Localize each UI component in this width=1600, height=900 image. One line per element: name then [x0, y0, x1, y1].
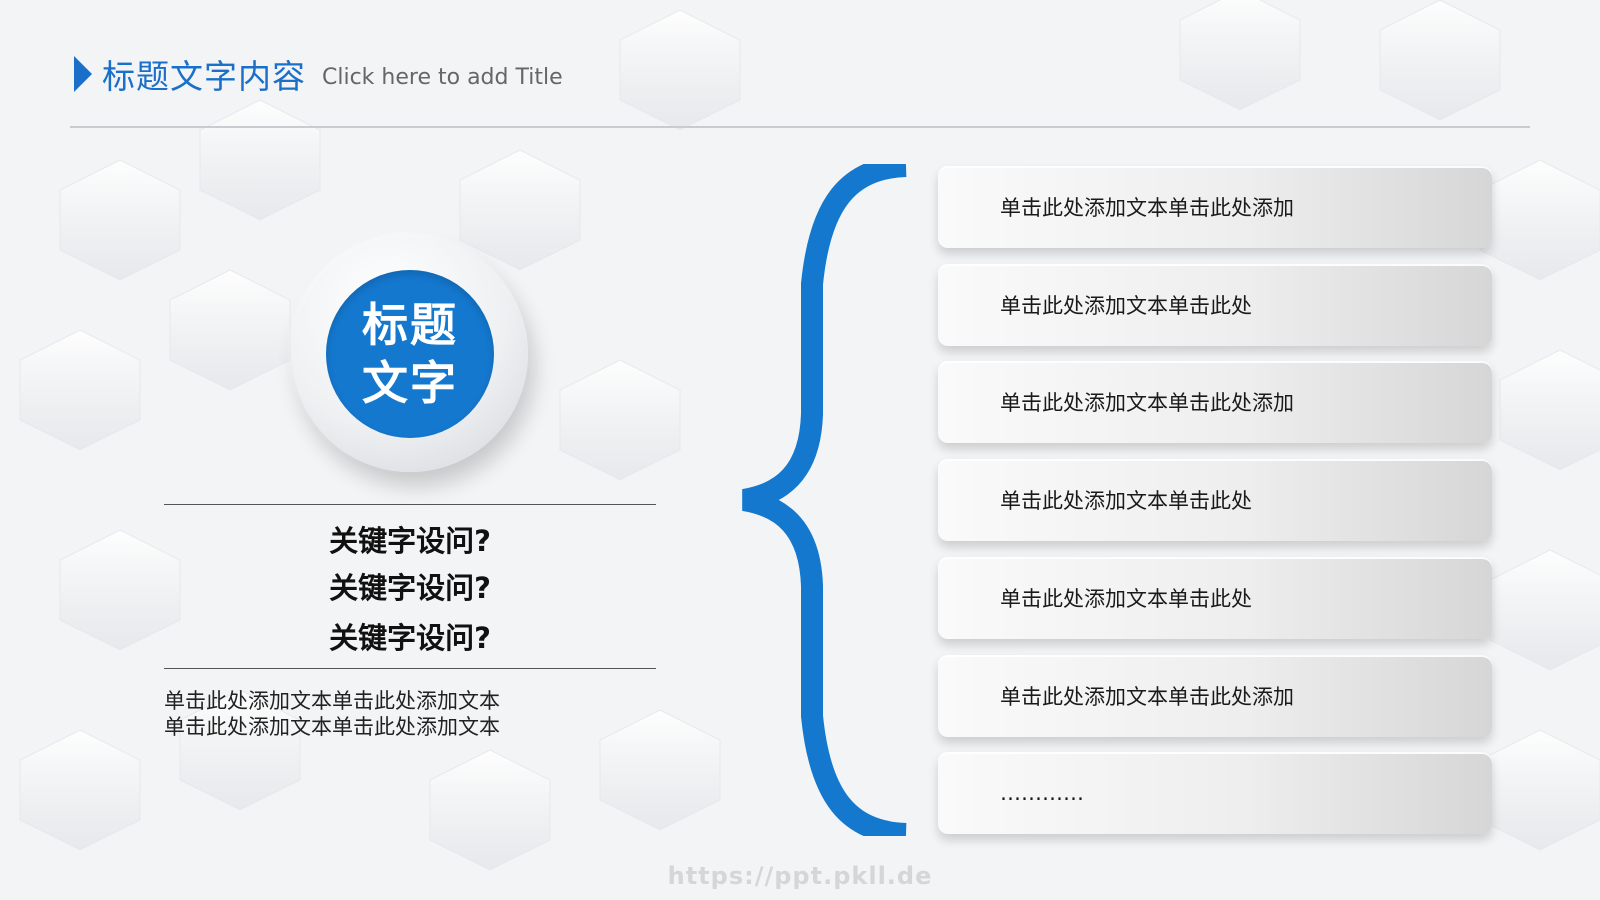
header: 标题文字内容 Click here to add Title [74, 44, 563, 104]
title-emblem-inner: 标题 文字 [326, 270, 494, 438]
header-divider [70, 126, 1530, 128]
description-line-1: 单击此处添加文本单击此处添加文本 [164, 689, 500, 713]
keyword-top-divider [164, 504, 656, 505]
keyword-question-1[interactable]: 关键字设问? [164, 521, 656, 561]
list-item-1[interactable]: 单击此处添加文本单击此处添加 [938, 166, 1492, 248]
list-item-4-text: 单击此处添加文本单击此处 [1000, 489, 1252, 513]
curly-brace-icon [741, 164, 907, 836]
list-item-5-text: 单击此处添加文本单击此处 [1000, 587, 1252, 611]
list-item-6[interactable]: 单击此处添加文本单击此处添加 [938, 655, 1492, 737]
list-item-2-text: 单击此处添加文本单击此处 [1000, 294, 1252, 318]
watermark: https://ppt.pkll.de [667, 862, 933, 890]
list-item-7-text: ………… [1000, 781, 1084, 805]
list-item-7[interactable]: ………… [938, 752, 1492, 834]
emblem-text-line2[interactable]: 文字 [362, 354, 458, 412]
keyword-question-3[interactable]: 关键字设问? [164, 618, 656, 658]
page-subtitle[interactable]: Click here to add Title [322, 65, 563, 90]
list-item-5[interactable]: 单击此处添加文本单击此处 [938, 557, 1492, 639]
list-item-4[interactable]: 单击此处添加文本单击此处 [938, 459, 1492, 541]
keyword-question-2[interactable]: 关键字设问? [164, 568, 656, 608]
emblem-text-line1[interactable]: 标题 [362, 296, 458, 354]
title-emblem: 标题 文字 [292, 236, 528, 472]
page-title[interactable]: 标题文字内容 [102, 50, 306, 98]
list-item-3-text: 单击此处添加文本单击此处添加 [1000, 391, 1294, 415]
list-item-2[interactable]: 单击此处添加文本单击此处 [938, 264, 1492, 346]
title-marker-triangle-icon [74, 56, 92, 92]
description-line-2: 单击此处添加文本单击此处添加文本 [164, 715, 500, 739]
list-item-1-text: 单击此处添加文本单击此处添加 [1000, 196, 1294, 220]
slide: 标题文字内容 Click here to add Title 标题 文字 关键字… [0, 0, 1600, 900]
list-item-6-text: 单击此处添加文本单击此处添加 [1000, 685, 1294, 709]
keyword-bottom-divider [164, 668, 656, 669]
list-item-3[interactable]: 单击此处添加文本单击此处添加 [938, 361, 1492, 443]
description-text[interactable]: 单击此处添加文本单击此处添加文本 单击此处添加文本单击此处添加文本 [164, 688, 656, 740]
